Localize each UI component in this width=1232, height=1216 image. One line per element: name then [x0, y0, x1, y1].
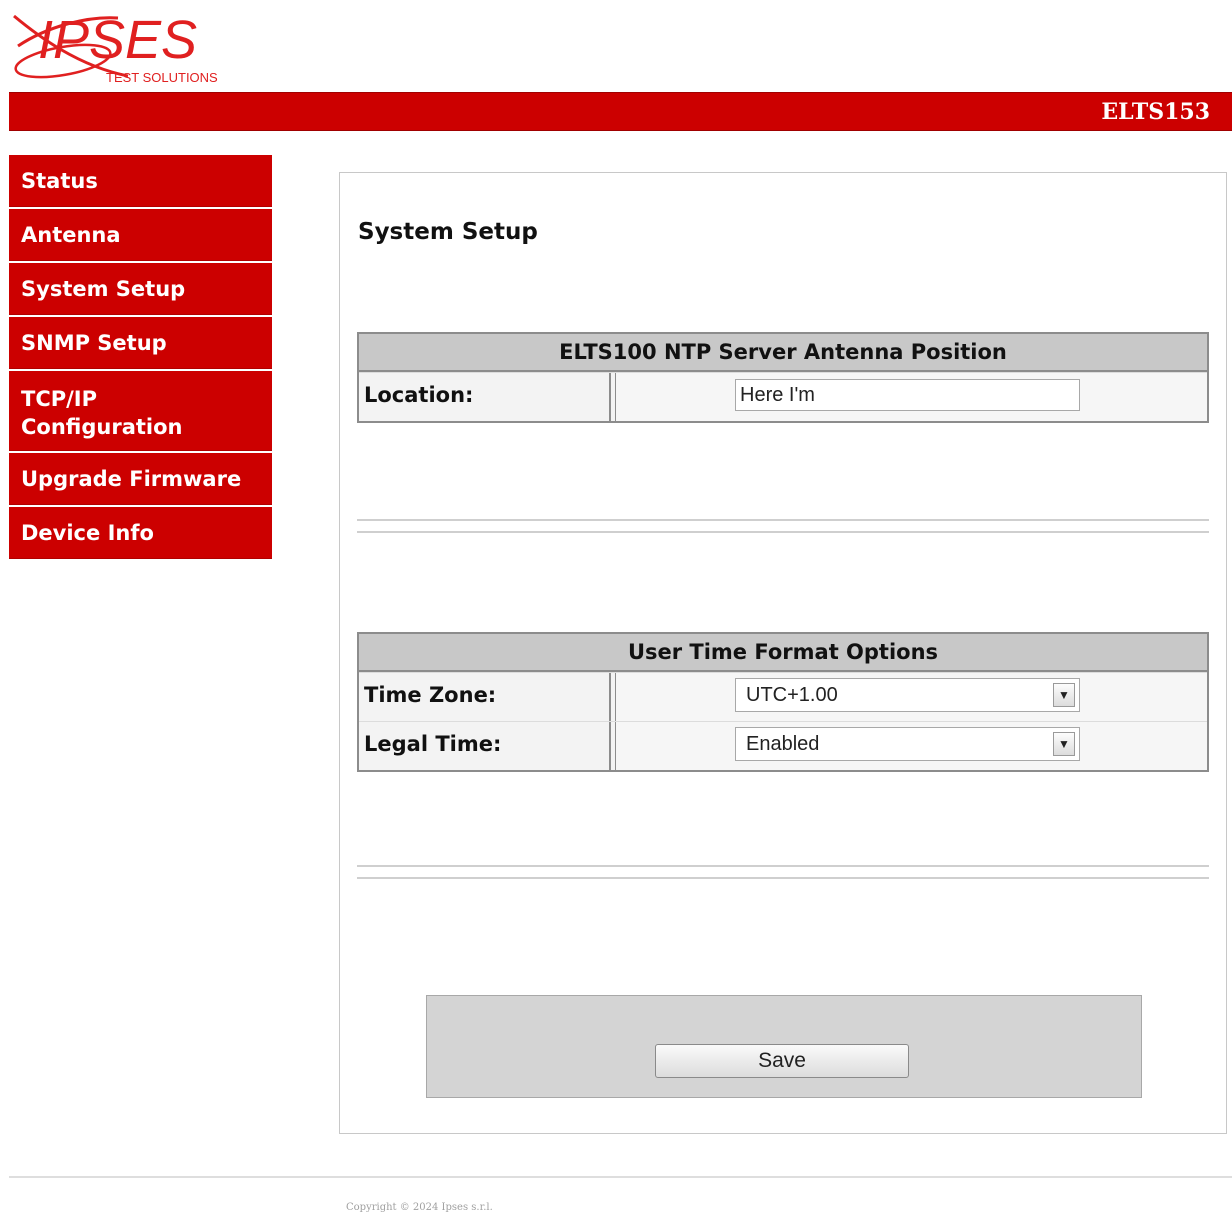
- chevron-down-icon[interactable]: ▼: [1053, 732, 1075, 756]
- footer-divider: [9, 1176, 1232, 1178]
- timezone-select[interactable]: UTC+1.00 ▼: [735, 678, 1080, 712]
- sidebar-item-antenna[interactable]: Antenna: [9, 209, 272, 261]
- antenna-position-panel: ELTS100 NTP Server Antenna Position Loca…: [357, 332, 1209, 423]
- legal-time-value-cell: Enabled ▼: [615, 722, 1207, 770]
- section-divider: [357, 519, 1209, 533]
- location-value-cell: Here I'm: [615, 373, 1207, 421]
- location-row: Location: Here I'm: [359, 372, 1207, 421]
- logo-text: IPSES: [38, 10, 197, 70]
- legal-time-selected-value: Enabled: [746, 733, 820, 755]
- time-panel-header: User Time Format Options: [359, 634, 1207, 672]
- antenna-panel-header: ELTS100 NTP Server Antenna Position: [359, 334, 1207, 372]
- save-button[interactable]: Save: [655, 1044, 909, 1078]
- time-format-panel: User Time Format Options Time Zone: UTC+…: [357, 632, 1209, 772]
- sidebar-item-snmp-setup[interactable]: SNMP Setup: [9, 317, 272, 369]
- chevron-down-icon[interactable]: ▼: [1053, 683, 1075, 707]
- ipses-logo: IPSES TEST SOLUTIONS: [8, 6, 223, 88]
- sidebar-item-device-info[interactable]: Device Info: [9, 507, 272, 559]
- timezone-label: Time Zone:: [359, 673, 611, 721]
- copyright-text: Copyright © 2024 Ipses s.r.l.: [346, 1202, 493, 1213]
- sidebar-nav: Status Antenna System Setup SNMP Setup T…: [9, 155, 272, 561]
- timezone-row: Time Zone: UTC+1.00 ▼: [359, 672, 1207, 721]
- sidebar-item-status[interactable]: Status: [9, 155, 272, 207]
- legal-time-row: Legal Time: Enabled ▼: [359, 721, 1207, 770]
- timezone-value-cell: UTC+1.00 ▼: [615, 673, 1207, 721]
- section-divider: [357, 865, 1209, 879]
- sidebar-item-tcpip-configuration[interactable]: TCP/IP Configuration: [9, 371, 272, 451]
- sidebar-item-upgrade-firmware[interactable]: Upgrade Firmware: [9, 453, 272, 505]
- actions-panel: Save: [426, 995, 1142, 1098]
- page-title: System Setup: [358, 219, 538, 245]
- logo-subtext: TEST SOLUTIONS: [106, 70, 218, 85]
- header-bar: ELTS153: [9, 92, 1232, 131]
- timezone-selected-value: UTC+1.00: [746, 684, 838, 706]
- device-name: ELTS153: [1101, 99, 1210, 125]
- location-input[interactable]: Here I'm: [735, 379, 1080, 411]
- legal-time-label: Legal Time:: [359, 722, 611, 770]
- legal-time-select[interactable]: Enabled ▼: [735, 727, 1080, 761]
- sidebar-item-system-setup[interactable]: System Setup: [9, 263, 272, 315]
- main-content: System Setup ELTS100 NTP Server Antenna …: [339, 172, 1227, 1134]
- location-label: Location:: [359, 373, 611, 421]
